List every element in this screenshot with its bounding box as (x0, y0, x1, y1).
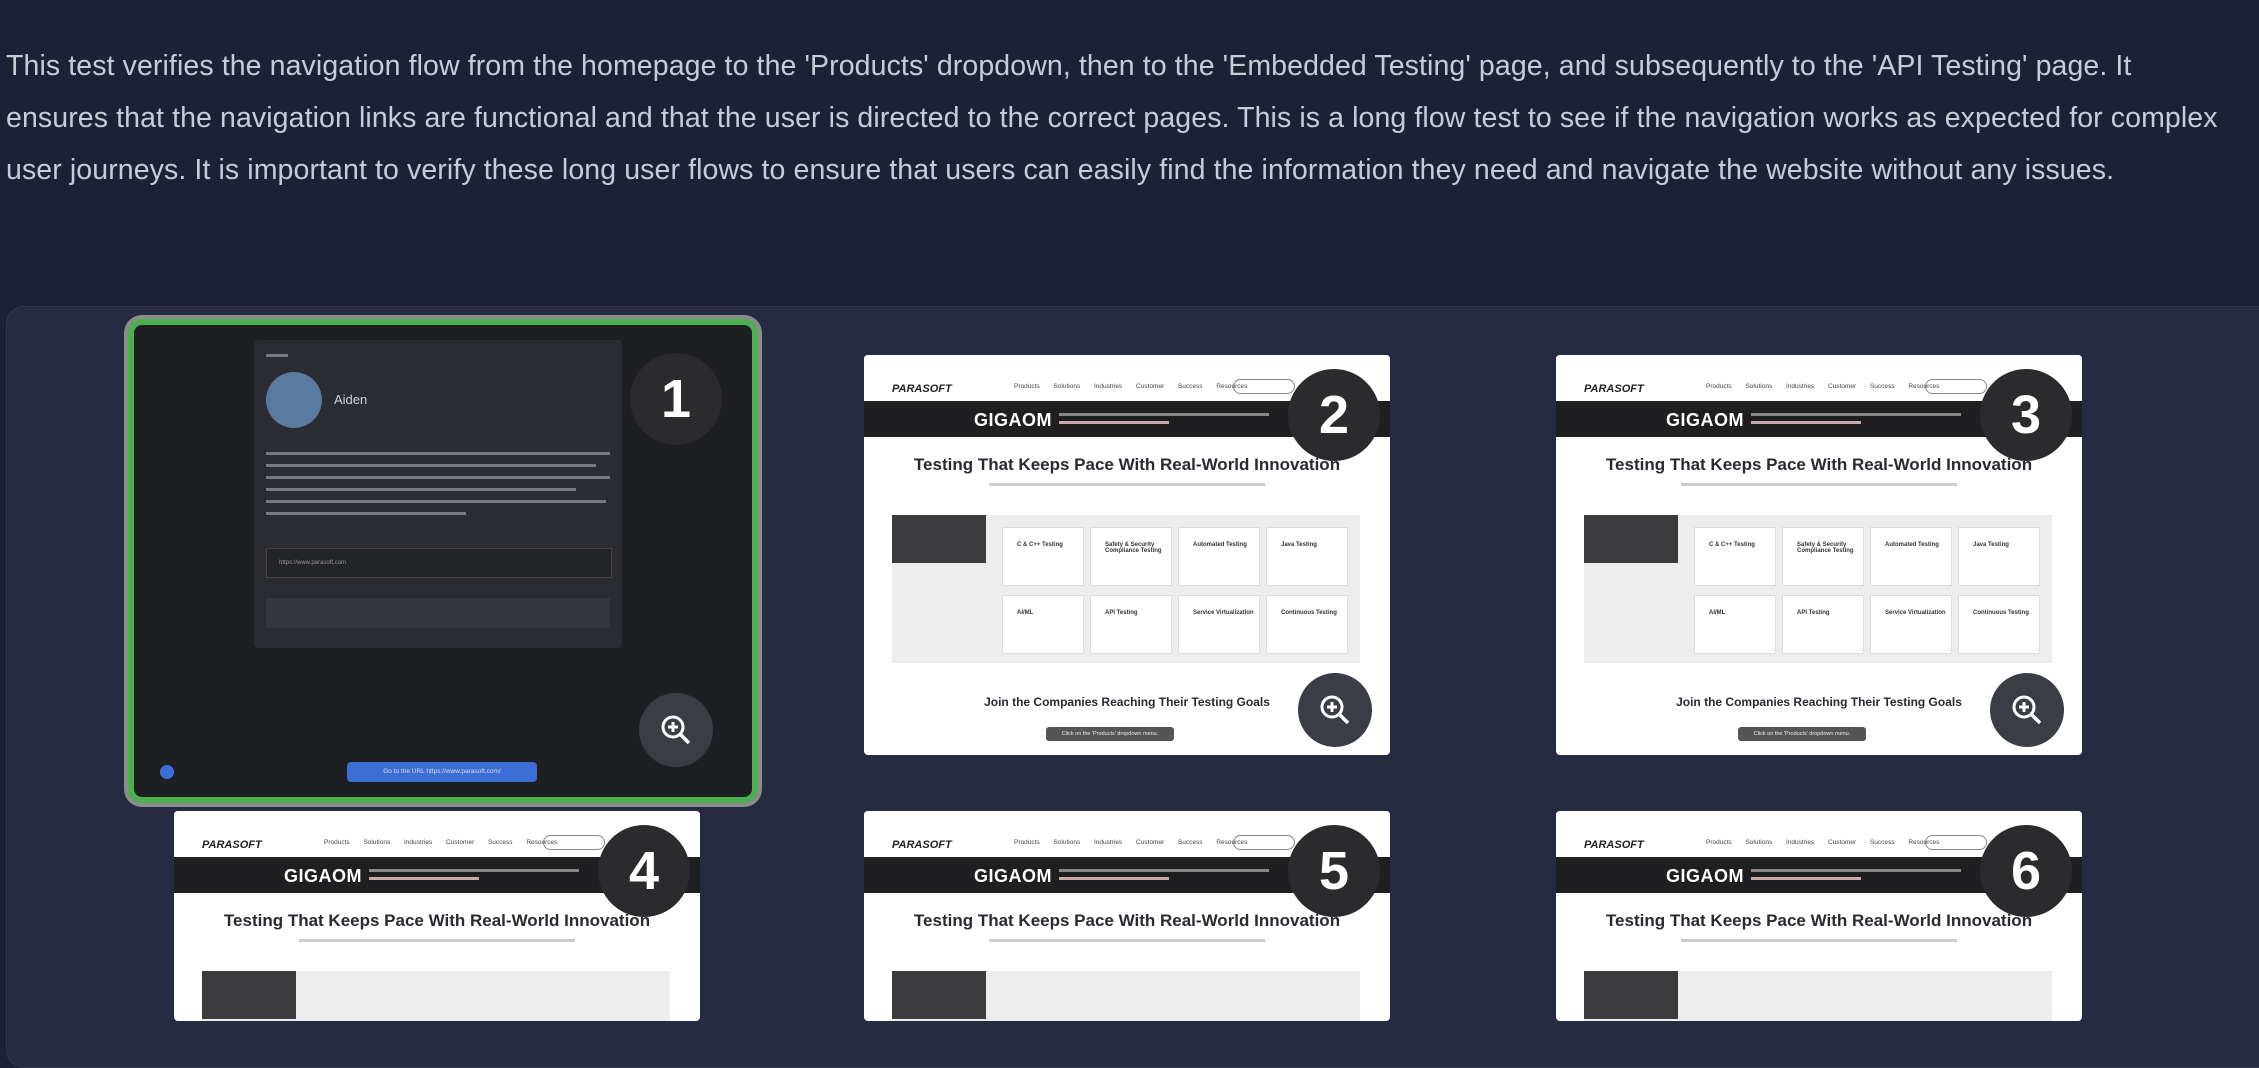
chat-message-card: Aiden https://www.parasoft.com (254, 340, 622, 648)
step-thumbnail-6[interactable]: PARASOFT Products Solutions Industries Cu… (1556, 811, 2082, 1021)
step-number-badge: 1 (630, 353, 722, 445)
step-number-badge: 5 (1288, 825, 1380, 917)
action-tooltip: Click on the 'Products' dropdown menu. (1046, 727, 1174, 741)
step-thumbnail-5[interactable]: PARASOFT Products Solutions Industries Cu… (864, 811, 1390, 1021)
status-dot-icon (160, 765, 174, 779)
step-number-badge: 2 (1288, 369, 1380, 461)
zoom-in-icon[interactable] (1990, 673, 2064, 747)
product-grid: C & C++ Testing Safety & Security Compli… (892, 515, 1360, 663)
user-name: Aiden (334, 392, 368, 407)
goto-url-button: Go to the URL https://www.parasoft.com/ (347, 762, 537, 782)
step-thumbnail-1[interactable]: Aiden https://www.parasoft.com Go to the… (128, 319, 758, 803)
site-headline: Testing That Keeps Pace With Real-World … (913, 455, 1341, 474)
step-thumbnail-2[interactable]: PARASOFT Products Solutions Industries Cu… (864, 355, 1390, 755)
step-number-badge: 6 (1980, 825, 2072, 917)
step-number-badge: 4 (598, 825, 690, 917)
step-number-badge: 3 (1980, 369, 2072, 461)
zoom-in-icon[interactable] (639, 693, 713, 767)
zoom-in-icon[interactable] (1298, 673, 1372, 747)
test-description: This test verifies the navigation flow f… (6, 50, 2218, 186)
avatar (266, 372, 322, 428)
site-nav: Products Solutions Industries Customer S… (1014, 383, 1248, 390)
step-thumbnail-3[interactable]: PARASOFT Products Solutions Industries Cu… (1556, 355, 2082, 755)
status-note (266, 598, 610, 628)
site-logo: PARASOFT (892, 383, 952, 395)
step-thumbnail-4[interactable]: PARASOFT Products Solutions Industries Cu… (174, 811, 700, 1021)
url-field: https://www.parasoft.com (266, 548, 612, 578)
